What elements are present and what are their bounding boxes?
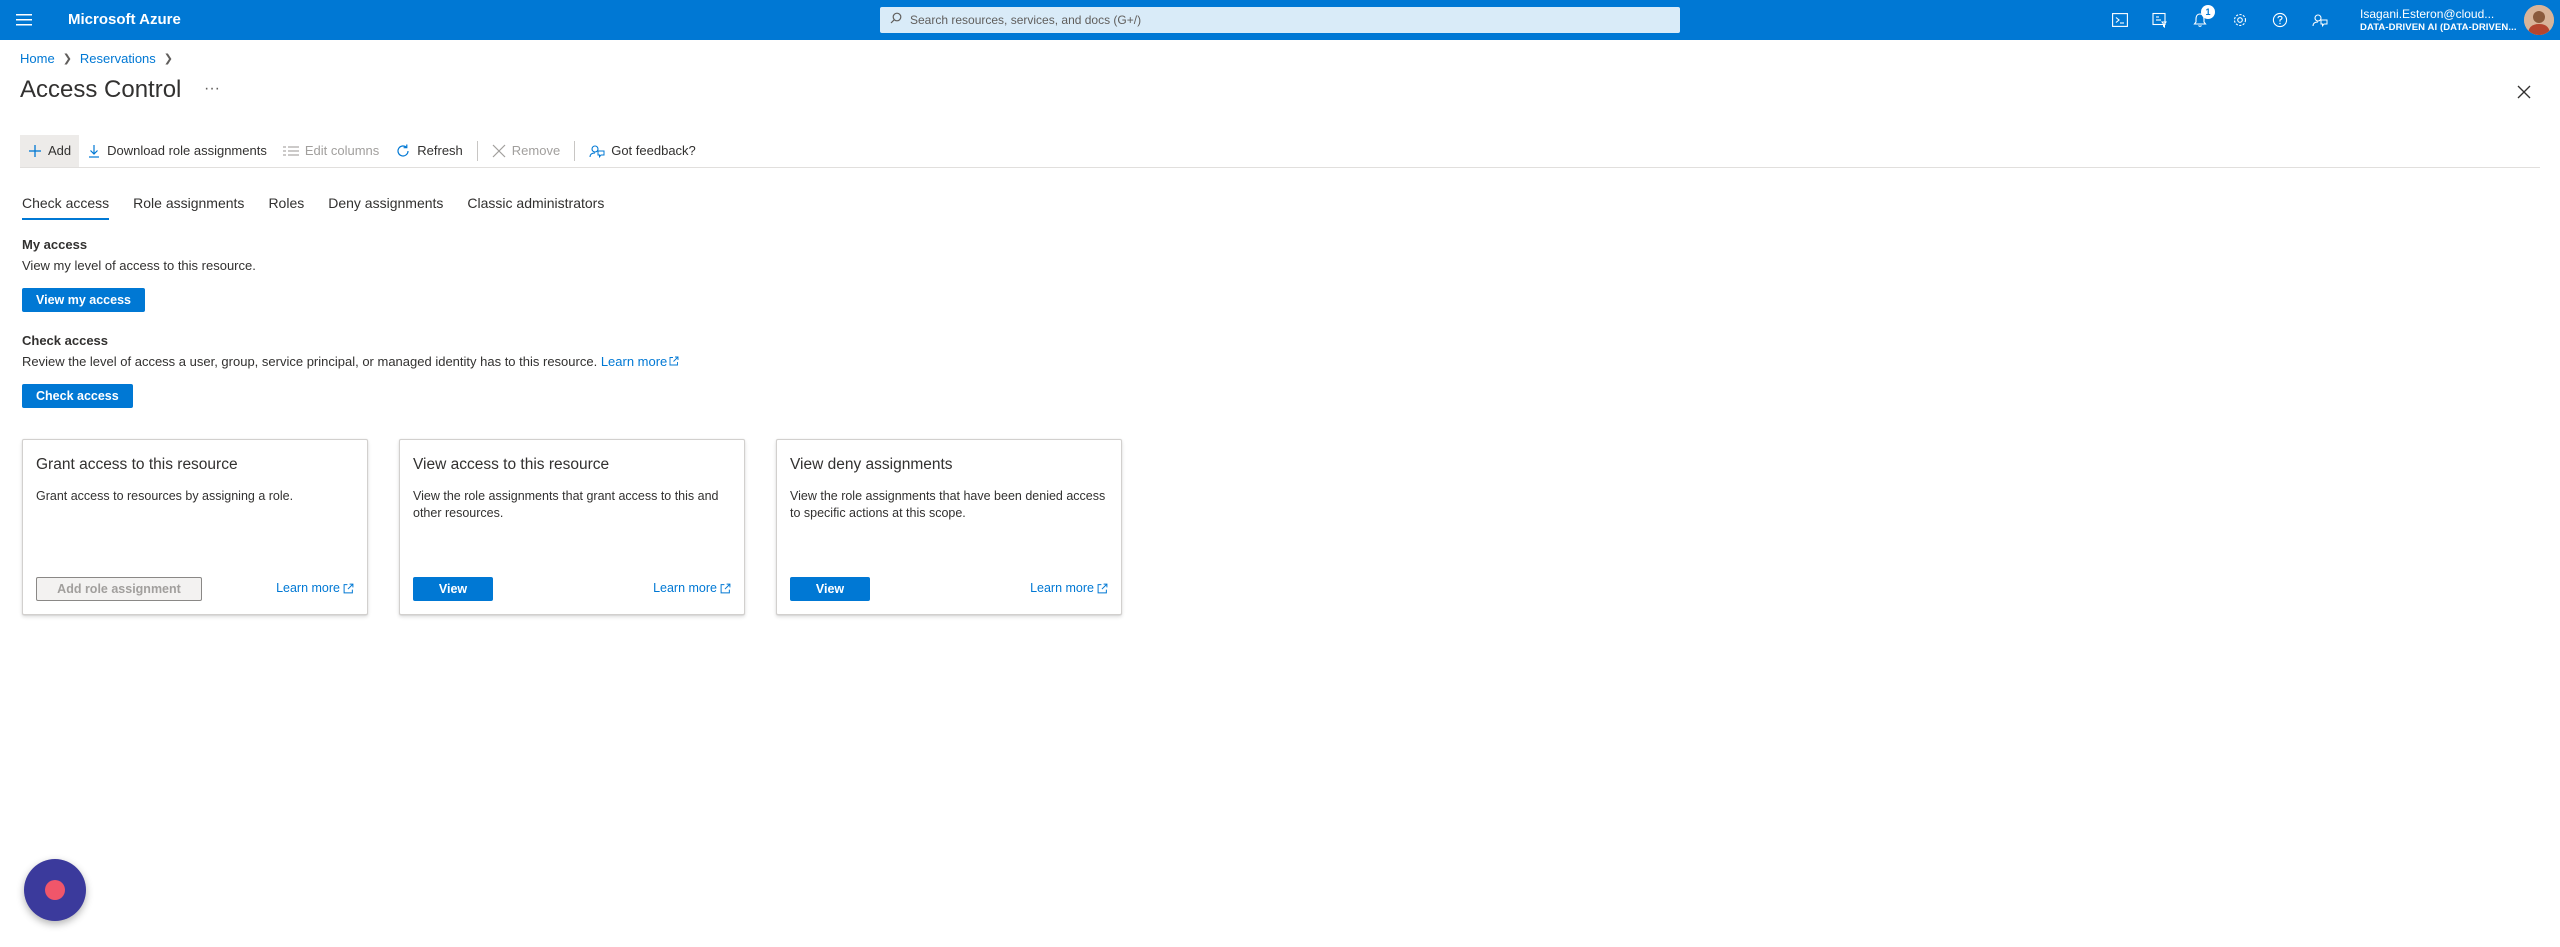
card-description: View the role assignments that have been…	[790, 489, 1106, 520]
view-access-learn-more-link[interactable]: Learn more	[653, 581, 731, 595]
record-dot-icon	[45, 880, 65, 900]
external-link-icon	[720, 583, 731, 593]
global-search[interactable]	[880, 7, 1680, 33]
card-description: Grant access to resources by assigning a…	[36, 489, 294, 503]
external-link-icon	[1097, 583, 1108, 593]
add-button[interactable]: Add	[20, 134, 80, 167]
help-question-icon[interactable]	[2268, 8, 2292, 32]
edit-columns-button[interactable]: Edit columns	[275, 135, 387, 167]
portal-brand[interactable]: Microsoft Azure	[68, 0, 181, 40]
account-name: Isagani.Esteron@cloud...	[2360, 7, 2495, 21]
breadcrumb-reservations[interactable]: Reservations	[80, 51, 156, 66]
refresh-button[interactable]: Refresh	[387, 135, 471, 167]
columns-list-icon	[282, 145, 299, 156]
directory-filter-icon[interactable]	[2148, 8, 2172, 32]
my-access-heading: My access	[22, 237, 88, 252]
command-divider	[476, 140, 478, 161]
card-title: View deny assignments	[790, 456, 953, 473]
breadcrumb: Home ❯ Reservations ❯	[20, 50, 181, 66]
chevron-right-icon: ❯	[163, 52, 173, 65]
got-feedback-button[interactable]: Got feedback?	[581, 135, 704, 167]
view-access-card: View access to this resource View the ro…	[399, 439, 745, 615]
external-link-icon	[343, 583, 354, 593]
card-title: View access to this resource	[413, 456, 610, 473]
learn-more-label: Learn more	[276, 581, 340, 595]
notification-count-badge: 1	[2201, 5, 2215, 19]
settings-gear-icon[interactable]	[2228, 8, 2252, 32]
tab-roles[interactable]: Roles	[268, 192, 304, 220]
notifications-bell-icon[interactable]: 1	[2188, 5, 2215, 32]
command-bar: Add Download role assignments Edit colum…	[20, 134, 2540, 168]
breadcrumb-home[interactable]: Home	[20, 51, 55, 66]
add-button-label: Add	[48, 143, 72, 158]
tab-strip: Check access Role assignments Roles Deny…	[22, 192, 628, 220]
recording-bubble-button[interactable]	[24, 859, 86, 921]
view-deny-assignments-card: View deny assignments View the role assi…	[776, 439, 1122, 615]
top-bar: Microsoft Azure 1 Isagani.Esteron@cloud.…	[0, 0, 2560, 40]
check-access-heading: Check access	[22, 333, 109, 348]
learn-more-label: Learn more	[1030, 581, 1094, 595]
plus-icon	[29, 144, 41, 157]
learn-more-label: Learn more	[600, 354, 668, 369]
my-access-description: View my level of access to this resource…	[22, 258, 256, 273]
card-description: View the role assignments that grant acc…	[413, 489, 719, 520]
view-access-button[interactable]: View	[413, 577, 493, 601]
check-access-description-row: Review the level of access a user, group…	[22, 354, 679, 369]
grant-access-learn-more-link[interactable]: Learn more	[276, 581, 354, 595]
deny-assignments-learn-more-link[interactable]: Learn more	[1030, 581, 1108, 595]
learn-more-label: Learn more	[653, 581, 717, 595]
search-input[interactable]	[910, 8, 1670, 32]
external-link-icon	[669, 356, 679, 366]
avatar[interactable]	[2524, 5, 2554, 35]
remove-button[interactable]: Remove	[484, 135, 568, 167]
edit-columns-label: Edit columns	[304, 143, 380, 158]
account-info[interactable]: Isagani.Esteron@cloud... DATA-DRIVEN AI …	[2360, 7, 2520, 34]
account-tenant: DATA-DRIVEN AI (DATA-DRIVEN...	[2360, 22, 2517, 33]
feedback-person-icon	[589, 144, 605, 158]
check-access-button[interactable]: Check access	[22, 384, 133, 408]
tab-role-assignments[interactable]: Role assignments	[133, 192, 244, 220]
grant-access-card: Grant access to this resource Grant acce…	[22, 439, 368, 615]
remove-label: Remove	[511, 143, 561, 158]
page-title: Access Control	[20, 76, 182, 103]
close-x-icon	[492, 144, 506, 157]
chevron-right-icon: ❯	[62, 52, 72, 65]
more-options-button[interactable]: ···	[202, 81, 222, 102]
hamburger-menu-icon[interactable]	[14, 10, 34, 30]
tab-deny-assignments[interactable]: Deny assignments	[328, 192, 443, 220]
tab-check-access[interactable]: Check access	[22, 192, 110, 220]
refresh-icon	[397, 144, 409, 157]
download-button-label: Download role assignments	[107, 143, 267, 158]
got-feedback-label: Got feedback?	[611, 143, 696, 158]
view-my-access-button[interactable]: View my access	[22, 288, 145, 312]
download-icon	[89, 144, 100, 158]
add-role-assignment-button[interactable]: Add role assignment	[36, 577, 202, 601]
command-divider	[574, 140, 576, 161]
cloud-shell-icon[interactable]	[2108, 8, 2132, 32]
card-title: Grant access to this resource	[36, 456, 238, 473]
tab-classic-administrators[interactable]: Classic administrators	[467, 192, 604, 220]
check-access-description: Review the level of access a user, group…	[22, 354, 598, 369]
search-icon	[890, 11, 902, 29]
close-icon[interactable]	[2512, 80, 2536, 104]
download-role-assignments-button[interactable]: Download role assignments	[79, 135, 275, 167]
refresh-label: Refresh	[417, 143, 463, 158]
check-access-learn-more-link[interactable]: Learn more	[601, 354, 679, 369]
view-deny-assignments-button[interactable]: View	[790, 577, 870, 601]
feedback-person-icon[interactable]	[2308, 8, 2332, 32]
